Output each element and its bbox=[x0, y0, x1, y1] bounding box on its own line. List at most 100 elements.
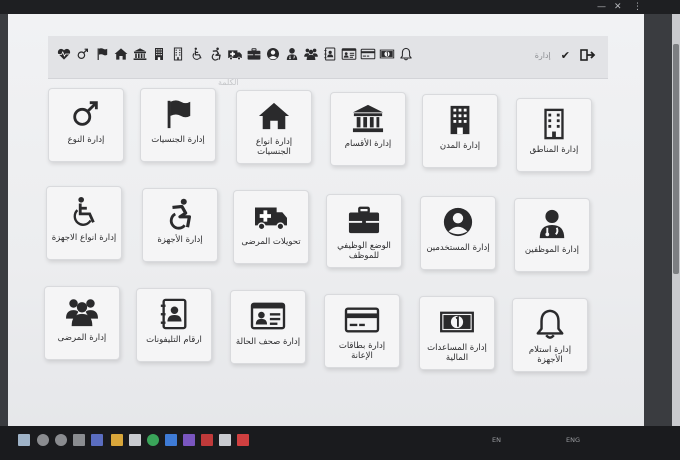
module-tile[interactable]: إدارة الأجهزة bbox=[142, 188, 218, 262]
chrome-icon[interactable] bbox=[147, 434, 159, 446]
close-button[interactable]: ✕ bbox=[614, 0, 622, 14]
module-tile-label: إدارة النوع bbox=[67, 135, 105, 145]
app-icon[interactable] bbox=[91, 434, 103, 446]
tray-ime[interactable]: ENG bbox=[566, 436, 580, 444]
tray-lang[interactable]: EN bbox=[492, 436, 501, 444]
module-tile[interactable]: إدارة استلام الأجهزة bbox=[512, 298, 588, 372]
bell-icon[interactable] bbox=[398, 46, 414, 62]
section-label: إدارة bbox=[534, 50, 551, 60]
credit-card-icon bbox=[342, 303, 382, 337]
bank-icon bbox=[348, 101, 388, 135]
app-icon[interactable] bbox=[201, 434, 213, 446]
top-toolbar: إدارة ✔ bbox=[48, 36, 608, 79]
module-tile-label: ارقام التليفونات bbox=[146, 335, 202, 345]
scrollbar[interactable] bbox=[672, 14, 680, 426]
module-tile-label: إدارة المرضى bbox=[57, 333, 107, 343]
credit-card-icon[interactable] bbox=[360, 46, 376, 62]
module-tile[interactable]: إدارة بطاقات الإعانة bbox=[324, 294, 400, 368]
gender-icon[interactable] bbox=[75, 46, 91, 62]
bell-icon bbox=[530, 307, 570, 341]
quick-access-icons bbox=[56, 46, 414, 62]
module-tile[interactable]: إدارة المستخدمين bbox=[420, 196, 496, 270]
accessible-icon[interactable] bbox=[208, 46, 224, 62]
search-icon[interactable] bbox=[37, 434, 49, 446]
module-tile-label: إدارة انواع الاجهزة bbox=[51, 233, 117, 243]
module-tile-label: إدارة بطاقات الإعانة bbox=[338, 341, 386, 361]
app-icon[interactable] bbox=[219, 434, 231, 446]
module-tile-label: إدارة انواع الجنسيات bbox=[255, 137, 293, 157]
city-icon bbox=[534, 107, 574, 141]
app-icon[interactable] bbox=[129, 434, 141, 446]
module-tile[interactable]: إدارة صحف الحالة bbox=[230, 290, 306, 364]
module-tile[interactable]: إدارة انواع الاجهزة bbox=[46, 186, 122, 260]
menu-button[interactable]: ⋮ bbox=[633, 0, 642, 14]
address-book-icon[interactable] bbox=[322, 46, 338, 62]
city-icon[interactable] bbox=[170, 46, 186, 62]
module-tile[interactable]: إدارة المرضى bbox=[44, 286, 120, 360]
module-tile[interactable]: إدارة الجنسيات bbox=[140, 88, 216, 162]
module-tile-label: إدارة المدن bbox=[439, 141, 481, 151]
users-icon[interactable] bbox=[303, 46, 319, 62]
module-tile[interactable]: إدارة الموظفين bbox=[514, 198, 590, 272]
id-card-icon[interactable] bbox=[341, 46, 357, 62]
module-tile[interactable]: إدارة النوع bbox=[48, 88, 124, 162]
module-tile[interactable]: إدارة انواع الجنسيات bbox=[236, 90, 312, 164]
chevron-down-icon[interactable]: ✔ bbox=[561, 49, 570, 62]
address-book-icon bbox=[154, 297, 194, 331]
module-tile-label: إدارة الموظفين bbox=[524, 245, 580, 255]
module-tile-label: إدارة الأقسام bbox=[344, 139, 392, 149]
bank-icon[interactable] bbox=[132, 46, 148, 62]
user-doctor-icon bbox=[532, 207, 572, 241]
briefcase-icon[interactable] bbox=[246, 46, 262, 62]
users-icon bbox=[62, 295, 102, 329]
task-view-icon[interactable] bbox=[73, 434, 85, 446]
windows-taskbar: EN ENG bbox=[0, 426, 680, 460]
app-icon[interactable] bbox=[237, 434, 249, 446]
money-icon[interactable] bbox=[379, 46, 395, 62]
module-tile-label: إدارة استلام الأجهزة bbox=[528, 345, 572, 365]
wheelchair-icon bbox=[64, 195, 104, 229]
user-circle-icon bbox=[438, 205, 478, 239]
user-doctor-icon[interactable] bbox=[284, 46, 300, 62]
home-icon bbox=[254, 99, 294, 133]
module-tile[interactable]: ارقام التليفونات bbox=[136, 288, 212, 362]
module-tile-label: إدارة صحف الحالة bbox=[235, 337, 301, 347]
windows-start-icon[interactable] bbox=[18, 434, 30, 446]
module-tile-label: الوضع الوظيفي للموظف bbox=[337, 241, 391, 261]
browser-top-strip: — ✕ ⋮ bbox=[0, 0, 680, 14]
module-tile-label: إدارة المساعدات المالية bbox=[427, 343, 487, 363]
gender-icon bbox=[66, 97, 106, 131]
module-tile-label: إدارة الأجهزة bbox=[157, 235, 203, 245]
flag-icon[interactable] bbox=[94, 46, 110, 62]
money-icon bbox=[437, 305, 477, 339]
module-tile[interactable]: إدارة المدن bbox=[422, 94, 498, 168]
briefcase-icon bbox=[344, 203, 384, 237]
module-tile[interactable]: تحويلات المرضى bbox=[233, 190, 309, 264]
module-tile-label: إدارة المناطق bbox=[529, 145, 579, 155]
accessible-icon bbox=[160, 197, 200, 231]
minimize-button[interactable]: — bbox=[597, 0, 606, 14]
ambulance-icon bbox=[251, 199, 291, 233]
cortana-icon[interactable] bbox=[55, 434, 67, 446]
folder-icon[interactable] bbox=[111, 434, 123, 446]
module-tile[interactable]: إدارة الأقسام bbox=[330, 92, 406, 166]
ambulance-icon[interactable] bbox=[227, 46, 243, 62]
module-tile[interactable]: إدارة المناطق bbox=[516, 98, 592, 172]
module-tile[interactable]: الوضع الوظيفي للموظف bbox=[326, 194, 402, 268]
flag-icon bbox=[158, 97, 198, 131]
module-tile-label: تحويلات المرضى bbox=[241, 237, 301, 247]
logout-icon[interactable] bbox=[580, 48, 596, 62]
module-tile-label: إدارة الجنسيات bbox=[151, 135, 205, 145]
heartbeat-icon[interactable] bbox=[56, 46, 72, 62]
user-circle-icon[interactable] bbox=[265, 46, 281, 62]
home-icon[interactable] bbox=[113, 46, 129, 62]
scrollbar-thumb[interactable] bbox=[673, 44, 679, 274]
building-icon[interactable] bbox=[151, 46, 167, 62]
visual-studio-icon[interactable] bbox=[183, 434, 195, 446]
app-screen: إدارة ✔ الكلمة إدارة النوع إدارة الجنسيات… bbox=[8, 14, 644, 426]
app-icon[interactable] bbox=[165, 434, 177, 446]
id-card-icon bbox=[248, 299, 288, 333]
faint-label: الكلمة bbox=[218, 78, 239, 87]
module-tile[interactable]: إدارة المساعدات المالية bbox=[419, 296, 495, 370]
wheelchair-icon[interactable] bbox=[189, 46, 205, 62]
